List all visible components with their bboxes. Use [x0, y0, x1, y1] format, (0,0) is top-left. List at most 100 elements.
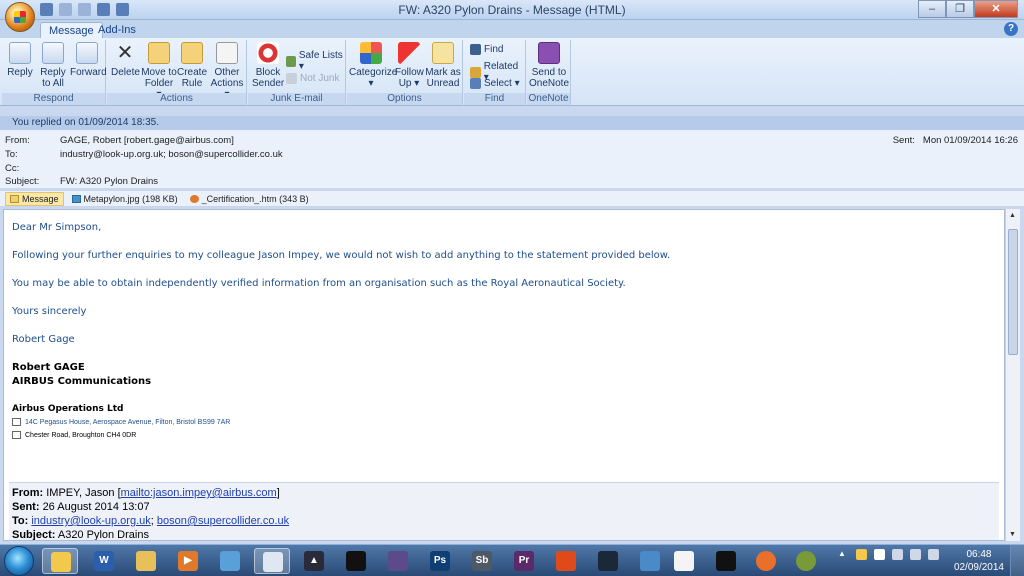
header-subject: Subject: FW: A320 Pylon Drains	[5, 176, 159, 187]
paragraph-1: Following your further enquiries to my c…	[12, 250, 671, 261]
taskbar-app-monitor[interactable]	[632, 548, 668, 574]
other-actions-button[interactable]: Other Actions ▾	[209, 42, 245, 100]
move-to-folder-button[interactable]: Move to Folder ▾	[141, 42, 177, 100]
find-button[interactable]: Find	[470, 44, 503, 55]
group-respond: Reply Reply to All Forward Respond	[2, 40, 107, 106]
app-icon	[674, 551, 694, 571]
firefox-icon	[756, 551, 776, 571]
minimize-button[interactable]: –	[918, 0, 946, 18]
blackberry-icon	[716, 551, 736, 571]
taskbar-media-player[interactable]: ▶	[170, 548, 206, 574]
categorize-button[interactable]: Categorize ▾	[349, 42, 397, 89]
taskbar-premiere[interactable]: Pr	[506, 548, 542, 574]
delete-button[interactable]: ✕ Delete	[111, 42, 140, 78]
quoted-from-link[interactable]: mailto:jason.impey@airbus.com	[121, 487, 277, 499]
block-sender-icon	[257, 42, 279, 64]
quoted-to-link-2[interactable]: boson@supercollider.co.uk	[157, 515, 289, 527]
forward-icon	[76, 42, 98, 64]
other-actions-icon	[216, 42, 238, 64]
envelope-icon	[432, 42, 454, 64]
window-title: FW: A320 Pylon Drains - Message (HTML)	[398, 3, 626, 17]
folder-icon	[136, 551, 156, 571]
reply-icon	[9, 42, 31, 64]
taskbar-firefox[interactable]	[748, 548, 784, 574]
quoted-to-link-1[interactable]: industry@look-up.org.uk	[31, 515, 150, 527]
vertical-scrollbar[interactable]: ▲ ▼	[1005, 209, 1020, 541]
safe-lists-button[interactable]: Safe Lists ▾	[286, 50, 345, 72]
restore-button[interactable]: ❐	[946, 0, 974, 18]
taskbar-outlook[interactable]	[42, 548, 78, 574]
message-body[interactable]: Dear Mr Simpson, Following your further …	[3, 209, 1005, 541]
taskbar-app-black[interactable]	[338, 548, 374, 574]
tab-add-ins[interactable]: Add-Ins	[90, 22, 144, 38]
paint-icon	[263, 552, 283, 572]
taskbar-photoshop[interactable]: Ps	[422, 548, 458, 574]
forward-button[interactable]: Forward	[70, 42, 107, 78]
group-label-onenote: OneNote	[527, 93, 570, 105]
select-button[interactable]: Select ▾	[470, 78, 520, 89]
network-icon[interactable]	[910, 549, 921, 560]
not-junk-button[interactable]: Not Junk	[286, 73, 339, 84]
group-junk-email: Block Sender Safe Lists ▾ Not Junk Junk …	[248, 40, 346, 106]
show-desktop-button[interactable]	[1010, 545, 1024, 576]
sent-value: Mon 01/09/2014 16:26	[922, 135, 1018, 146]
info-bar[interactable]: You replied on 01/09/2014 18:35.	[0, 116, 1024, 130]
signature-department: AIRBUS Communications	[12, 376, 152, 387]
create-rule-button[interactable]: Create Rule	[177, 42, 207, 89]
taskbar-explorer[interactable]	[128, 548, 164, 574]
group-label-junk-email: Junk E-mail	[248, 93, 345, 105]
follow-up-button[interactable]: Follow Up ▾	[395, 42, 424, 89]
mark-as-unread-button[interactable]: Mark as Unread	[425, 42, 461, 89]
show-hidden-icons-icon[interactable]: ▲	[838, 549, 849, 560]
scroll-down-icon[interactable]: ▼	[1009, 531, 1016, 538]
start-button[interactable]	[4, 546, 34, 576]
taskbar-slack[interactable]	[666, 548, 702, 574]
block-sender-button[interactable]: Block Sender	[252, 42, 284, 89]
attachment-message[interactable]: Message	[5, 191, 64, 206]
taskbar-app-pen[interactable]	[380, 548, 416, 574]
not-junk-icon	[286, 73, 297, 84]
taskbar-blackberry[interactable]	[708, 548, 744, 574]
folder-icon	[148, 42, 170, 64]
quoted-to: To: industry@look-up.org.uk; boson@super…	[12, 515, 290, 527]
taskbar-app-orange[interactable]	[548, 548, 584, 574]
taskbar-app-blue[interactable]	[212, 548, 248, 574]
taskbar-tor[interactable]	[788, 548, 824, 574]
soundbooth-icon: Sb	[472, 551, 492, 571]
attachment-htm[interactable]: _Certification_.htm (343 B)	[186, 193, 313, 205]
delete-icon: ✕	[116, 42, 134, 64]
reply-all-button[interactable]: Reply to All	[38, 42, 68, 89]
close-button[interactable]: ✕	[974, 0, 1018, 18]
greeting: Dear Mr Simpson,	[12, 222, 102, 233]
help-icon[interactable]: ?	[1004, 22, 1018, 36]
taskbar-steam[interactable]	[590, 548, 626, 574]
app-tray-icon[interactable]	[856, 549, 867, 560]
group-find: Find Related ▾ Select ▾ Find	[464, 40, 526, 106]
taskbar-paint[interactable]	[254, 548, 290, 574]
scroll-up-icon[interactable]: ▲	[1009, 212, 1016, 219]
attachment-image[interactable]: Metapylon.jpg (198 KB)	[68, 193, 182, 205]
volume-icon[interactable]	[928, 549, 939, 560]
group-options: Categorize ▾ Follow Up ▾ Mark as Unread …	[347, 40, 463, 106]
reply-button[interactable]: Reply	[6, 42, 34, 78]
to-value[interactable]: industry@look-up.org.uk; boson@supercoll…	[60, 149, 283, 160]
taskbar-soundbooth[interactable]: Sb	[464, 548, 500, 574]
clock[interactable]: 06:48 02/09/2014	[954, 548, 1004, 574]
related-icon	[470, 66, 481, 78]
premiere-icon: Pr	[514, 551, 534, 571]
from-value[interactable]: GAGE, Robert [robert.gage@airbus.com]	[60, 135, 234, 146]
taskbar-word[interactable]: W	[86, 548, 122, 574]
broken-image-icon	[12, 431, 21, 439]
scroll-thumb[interactable]	[1008, 229, 1018, 355]
quoted-header: From: IMPEY, Jason [mailto:jason.impey@a…	[9, 482, 999, 540]
taskbar-app-dark[interactable]: ▲	[296, 548, 332, 574]
steam-icon	[598, 551, 618, 571]
html-file-icon	[189, 194, 199, 203]
send-to-onenote-button[interactable]: Send to OneNote	[529, 42, 569, 89]
signal-icon[interactable]	[892, 549, 903, 560]
flag-tray-icon[interactable]	[874, 549, 885, 560]
binoculars-icon	[470, 44, 481, 55]
attachment-bar: Message Metapylon.jpg (198 KB) _Certific…	[0, 190, 1024, 207]
office-button[interactable]	[5, 2, 35, 32]
closing: Yours sincerely	[12, 306, 87, 317]
